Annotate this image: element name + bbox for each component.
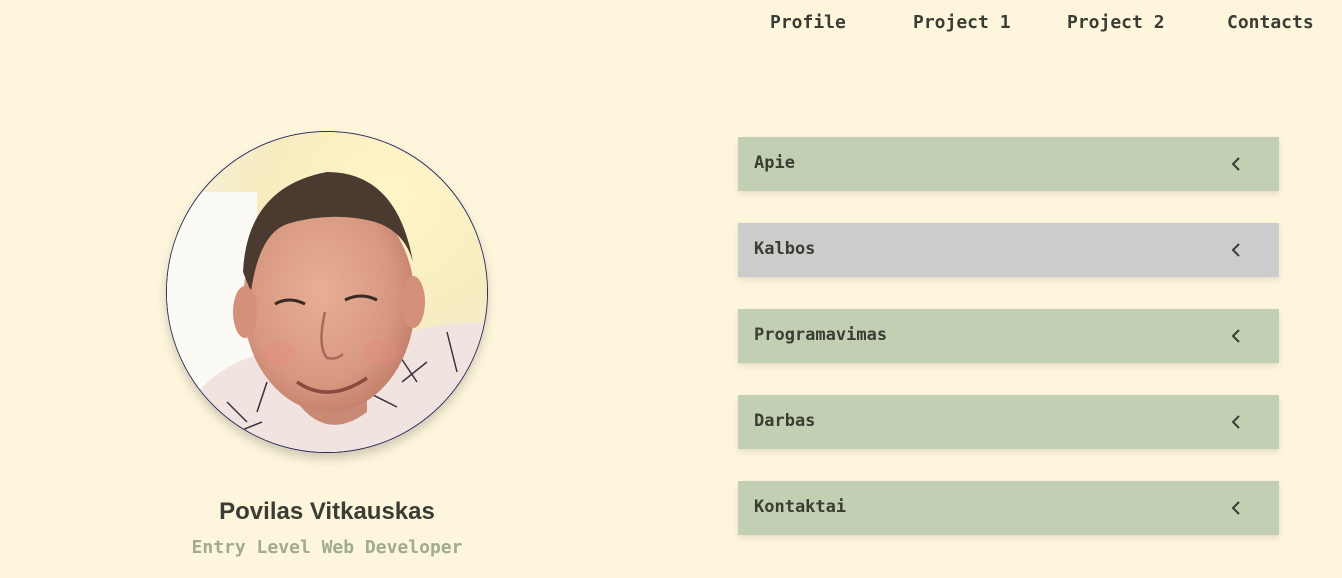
chevron-left-icon bbox=[1231, 329, 1240, 343]
accordion-item-label: Apie bbox=[754, 153, 795, 173]
top-navigation: Profile Project 1 Project 2 Contacts bbox=[0, 0, 1342, 50]
accordion-item-label: Kontaktai bbox=[754, 497, 847, 517]
chevron-left-icon bbox=[1231, 501, 1240, 515]
accordion-item-apie[interactable]: Apie bbox=[738, 137, 1279, 191]
chevron-left-icon bbox=[1231, 415, 1240, 429]
profile-role: Entry Level Web Developer bbox=[191, 537, 463, 558]
accordion-item-label: Programavimas bbox=[754, 325, 888, 345]
nav-link-project-1[interactable]: Project 1 bbox=[913, 12, 1011, 33]
profile-avatar bbox=[166, 131, 488, 453]
nav-link-project-2[interactable]: Project 2 bbox=[1067, 12, 1165, 33]
nav-link-profile[interactable]: Profile bbox=[770, 12, 846, 33]
chevron-left-icon bbox=[1231, 157, 1240, 171]
accordion-item-label: Kalbos bbox=[754, 239, 816, 259]
profile-photo bbox=[167, 132, 487, 452]
accordion-item-kalbos[interactable]: Kalbos bbox=[738, 223, 1279, 277]
nav-link-contacts[interactable]: Contacts bbox=[1227, 12, 1314, 33]
accordion-item-programavimas[interactable]: Programavimas bbox=[738, 309, 1279, 363]
profile-name: Povilas Vitkauskas bbox=[219, 498, 435, 525]
chevron-left-icon bbox=[1231, 243, 1240, 257]
accordion-item-darbas[interactable]: Darbas bbox=[738, 395, 1279, 449]
accordion-item-label: Darbas bbox=[754, 411, 816, 431]
accordion: Apie Kalbos Programavimas Darbas Kontakt… bbox=[738, 137, 1279, 567]
accordion-item-kontaktai[interactable]: Kontaktai bbox=[738, 481, 1279, 535]
